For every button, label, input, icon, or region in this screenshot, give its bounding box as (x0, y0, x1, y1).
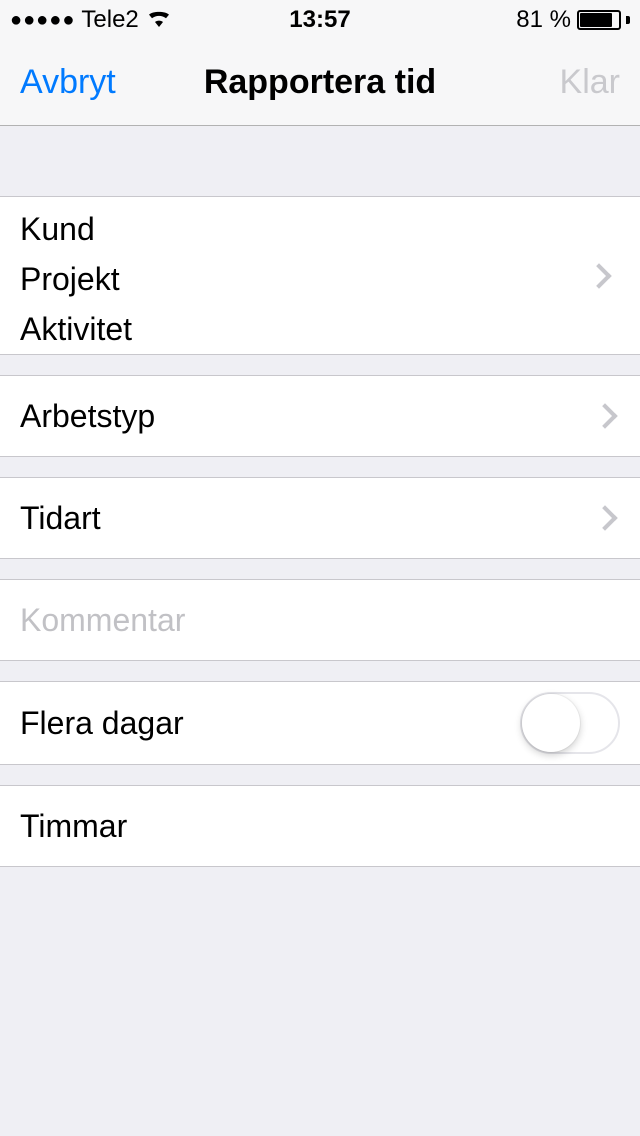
kommentar-input[interactable]: Kommentar (0, 580, 640, 660)
section-spacer (0, 765, 640, 785)
done-button[interactable]: Klar (560, 63, 620, 102)
projekt-row[interactable]: Projekt (0, 254, 640, 304)
flera-dagar-group: Flera dagar (0, 681, 640, 765)
status-left: ●●●●● Tele2 (10, 6, 173, 34)
arbetstyp-row[interactable]: Arbetstyp (0, 376, 640, 456)
flera-dagar-label: Flera dagar (20, 705, 520, 742)
nav-bar: Avbryt Rapportera tid Klar (0, 40, 640, 126)
timmar-label: Timmar (20, 808, 620, 845)
section-spacer (0, 126, 640, 196)
chevron-right-icon (592, 505, 617, 530)
section-spacer (0, 559, 640, 579)
carrier-label: Tele2 (81, 6, 138, 34)
signal-strength-icon: ●●●●● (10, 9, 75, 32)
flera-dagar-row: Flera dagar (0, 682, 640, 764)
battery-percent: 81 % (516, 6, 571, 34)
flera-dagar-toggle[interactable] (520, 692, 620, 754)
timmar-row[interactable]: Timmar (0, 786, 640, 866)
chevron-right-icon (592, 403, 617, 428)
kommentar-group: Kommentar (0, 579, 640, 661)
arbetstyp-group: Arbetstyp (0, 375, 640, 457)
status-right: 81 % (516, 6, 630, 34)
project-group: Kund Projekt Aktivitet (0, 196, 640, 355)
tidart-group: Tidart (0, 477, 640, 559)
section-spacer (0, 355, 640, 375)
arbetstyp-label: Arbetstyp (20, 398, 596, 435)
aktivitet-row[interactable]: Aktivitet (0, 304, 640, 354)
toggle-knob (522, 694, 580, 752)
tidart-row[interactable]: Tidart (0, 478, 640, 558)
cancel-button[interactable]: Avbryt (20, 63, 116, 102)
timmar-group: Timmar (0, 785, 640, 867)
kund-row[interactable]: Kund (0, 197, 640, 254)
tidart-label: Tidart (20, 500, 596, 537)
aktivitet-label: Aktivitet (20, 311, 620, 348)
kund-label: Kund (20, 211, 620, 248)
battery-icon (577, 10, 621, 30)
section-spacer (0, 457, 640, 477)
kommentar-placeholder: Kommentar (20, 602, 620, 639)
status-bar: ●●●●● Tele2 13:57 81 % (0, 0, 640, 40)
projekt-label: Projekt (20, 261, 620, 298)
wifi-icon (145, 7, 173, 33)
section-spacer (0, 661, 640, 681)
